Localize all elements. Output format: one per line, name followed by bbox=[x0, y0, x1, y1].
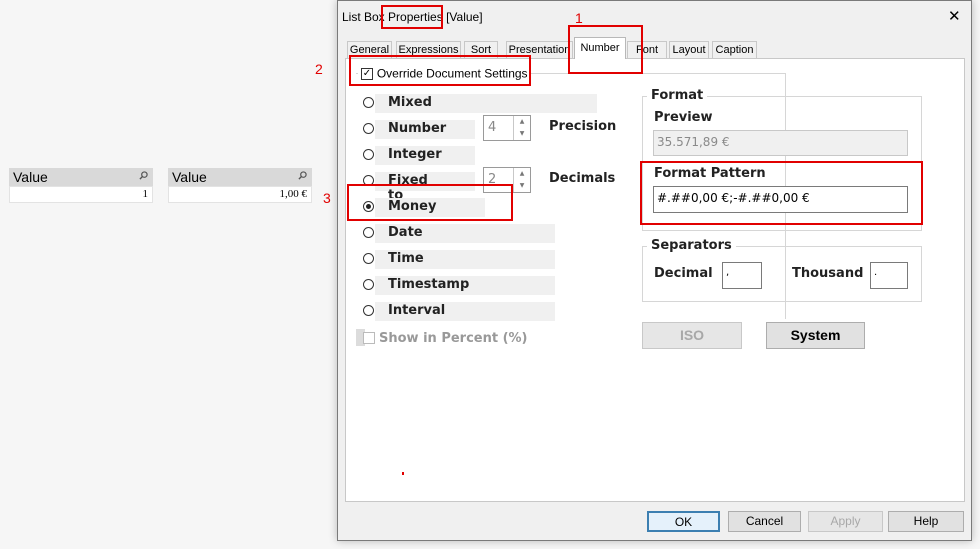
highlight-format-pattern bbox=[640, 161, 923, 225]
spin-down-icon[interactable]: ▼ bbox=[514, 128, 530, 140]
radio-circle[interactable] bbox=[363, 227, 374, 238]
annotation-2: 2 bbox=[315, 61, 323, 77]
highlight-money bbox=[347, 184, 513, 221]
annotation-1: 1 bbox=[575, 10, 583, 26]
iso-button[interactable]: ISO bbox=[642, 322, 742, 349]
radio-circle[interactable] bbox=[363, 279, 374, 290]
title-suffix: [Value] bbox=[442, 10, 483, 24]
format-group-label: Format bbox=[647, 88, 708, 103]
radio-label: Number bbox=[388, 121, 447, 136]
precision-label: Precision bbox=[549, 119, 617, 134]
spin-up-icon[interactable]: ▲ bbox=[514, 168, 530, 180]
apply-button[interactable]: Apply bbox=[808, 511, 883, 532]
decimals-label: Decimals bbox=[549, 171, 616, 186]
stray-mark bbox=[402, 472, 404, 475]
cancel-button[interactable]: Cancel bbox=[728, 511, 801, 532]
close-icon[interactable]: ✕ bbox=[948, 7, 961, 25]
tab-caption[interactable]: Caption bbox=[712, 41, 757, 58]
number-tab-panel: ✓ Override Document Settings Mixed Numbe… bbox=[345, 58, 965, 502]
listbox-title: Value bbox=[13, 169, 48, 185]
listbox-value-2[interactable]: Value 1,00 € bbox=[168, 168, 312, 203]
search-icon[interactable] bbox=[298, 171, 307, 180]
list-item[interactable]: 1 bbox=[9, 186, 153, 203]
separators-group-label: Separators bbox=[647, 238, 736, 253]
show-percent-label: Show in Percent (%) bbox=[379, 331, 528, 346]
highlight-override bbox=[349, 55, 531, 86]
annotation-3: 3 bbox=[323, 190, 331, 206]
radio-label: Interval bbox=[388, 303, 446, 318]
radio-circle[interactable] bbox=[363, 149, 374, 160]
ok-button[interactable]: OK bbox=[647, 511, 720, 532]
system-button[interactable]: System bbox=[766, 322, 865, 349]
highlight-number-tab bbox=[568, 25, 643, 74]
radio-label: Mixed bbox=[388, 95, 432, 110]
precision-stepper[interactable]: 4 ▲ ▼ bbox=[483, 115, 531, 141]
radio-circle[interactable] bbox=[363, 97, 374, 108]
radio-label: Timestamp bbox=[388, 277, 470, 292]
spin-up-icon[interactable]: ▲ bbox=[514, 116, 530, 128]
thousand-separator-input[interactable]: . bbox=[870, 262, 908, 289]
precision-value: 4 bbox=[488, 120, 497, 135]
spin-down-icon[interactable]: ▼ bbox=[514, 180, 530, 192]
radio-label: Date bbox=[388, 225, 423, 240]
listbox-value-1[interactable]: Value 1 bbox=[9, 168, 153, 203]
listbox-title: Value bbox=[172, 169, 207, 185]
radio-circle[interactable] bbox=[363, 123, 374, 134]
search-icon[interactable] bbox=[139, 171, 148, 180]
radio-label: Time bbox=[388, 251, 424, 266]
preview-label: Preview bbox=[654, 110, 713, 125]
radio-label: Integer bbox=[388, 147, 442, 162]
highlight-properties bbox=[381, 5, 443, 29]
thousand-label: Thousand bbox=[792, 266, 864, 281]
radio-circle[interactable] bbox=[363, 253, 374, 264]
decimal-label: Decimal bbox=[654, 266, 713, 281]
show-percent-checkbox[interactable] bbox=[363, 332, 375, 344]
list-item[interactable]: 1,00 € bbox=[168, 186, 312, 203]
preview-field: 35.571,89 € bbox=[653, 130, 908, 156]
listbox-header[interactable]: Value bbox=[168, 168, 312, 186]
tab-layout[interactable]: Layout bbox=[669, 41, 709, 58]
radio-circle[interactable] bbox=[363, 305, 374, 316]
listbox-header[interactable]: Value bbox=[9, 168, 153, 186]
decimal-separator-input[interactable]: , bbox=[722, 262, 762, 289]
help-button[interactable]: Help bbox=[888, 511, 964, 532]
